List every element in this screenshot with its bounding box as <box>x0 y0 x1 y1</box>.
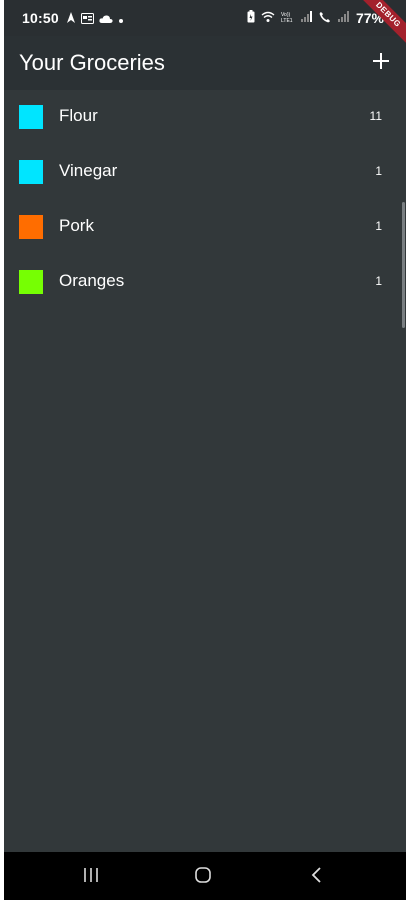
status-time: 10:50 <box>22 10 59 26</box>
back-button[interactable] <box>304 866 328 888</box>
navigation-icon <box>66 11 76 27</box>
grocery-list: Flour 11 Vinegar 1 Pork 1 Oranges 1 <box>4 90 406 310</box>
app-screen: 10:50 Vo)) LTE1 77% Your Groceries DEBUG… <box>4 0 406 900</box>
category-color-swatch <box>19 105 43 129</box>
system-nav-bar <box>4 852 406 900</box>
item-name: Vinegar <box>59 161 118 180</box>
call-icon <box>319 11 332 26</box>
scrollbar[interactable] <box>402 202 405 328</box>
cloud-icon <box>99 11 113 27</box>
list-item[interactable]: Oranges 1 <box>4 255 406 310</box>
item-quantity: 1 <box>375 274 382 288</box>
category-color-swatch <box>19 160 43 184</box>
back-icon <box>310 866 322 889</box>
calendar-icon <box>81 11 94 27</box>
item-quantity: 11 <box>369 109 382 123</box>
page-title: Your Groceries <box>19 50 165 75</box>
item-quantity: 1 <box>375 164 382 178</box>
signal-2-icon <box>337 11 350 25</box>
plus-icon <box>372 52 390 75</box>
signal-icon <box>300 11 313 25</box>
svg-text:LTE1: LTE1 <box>281 18 293 23</box>
category-color-swatch <box>19 215 43 239</box>
wifi-icon <box>261 11 275 26</box>
recent-apps-icon <box>82 867 100 888</box>
list-item[interactable]: Vinegar 1 <box>4 145 406 200</box>
battery-saver-icon <box>247 10 255 26</box>
app-bar: Your Groceries <box>4 36 406 90</box>
status-bar: 10:50 Vo)) LTE1 77% <box>4 0 406 36</box>
dot-icon <box>118 11 124 27</box>
category-color-swatch <box>19 270 43 294</box>
recent-apps-button[interactable] <box>79 866 103 888</box>
status-left-icons <box>66 11 124 27</box>
item-name: Pork <box>59 216 94 235</box>
list-item[interactable]: Pork 1 <box>4 200 406 255</box>
item-quantity: 1 <box>375 219 382 233</box>
status-right-icons: Vo)) LTE1 77% <box>247 10 384 26</box>
add-item-button[interactable] <box>366 48 396 78</box>
home-icon <box>194 866 212 889</box>
home-button[interactable] <box>191 866 215 888</box>
item-name: Flour <box>59 106 98 125</box>
list-item[interactable]: Flour 11 <box>4 90 406 145</box>
volte-icon: Vo)) LTE1 <box>281 11 295 26</box>
item-name: Oranges <box>59 271 125 290</box>
